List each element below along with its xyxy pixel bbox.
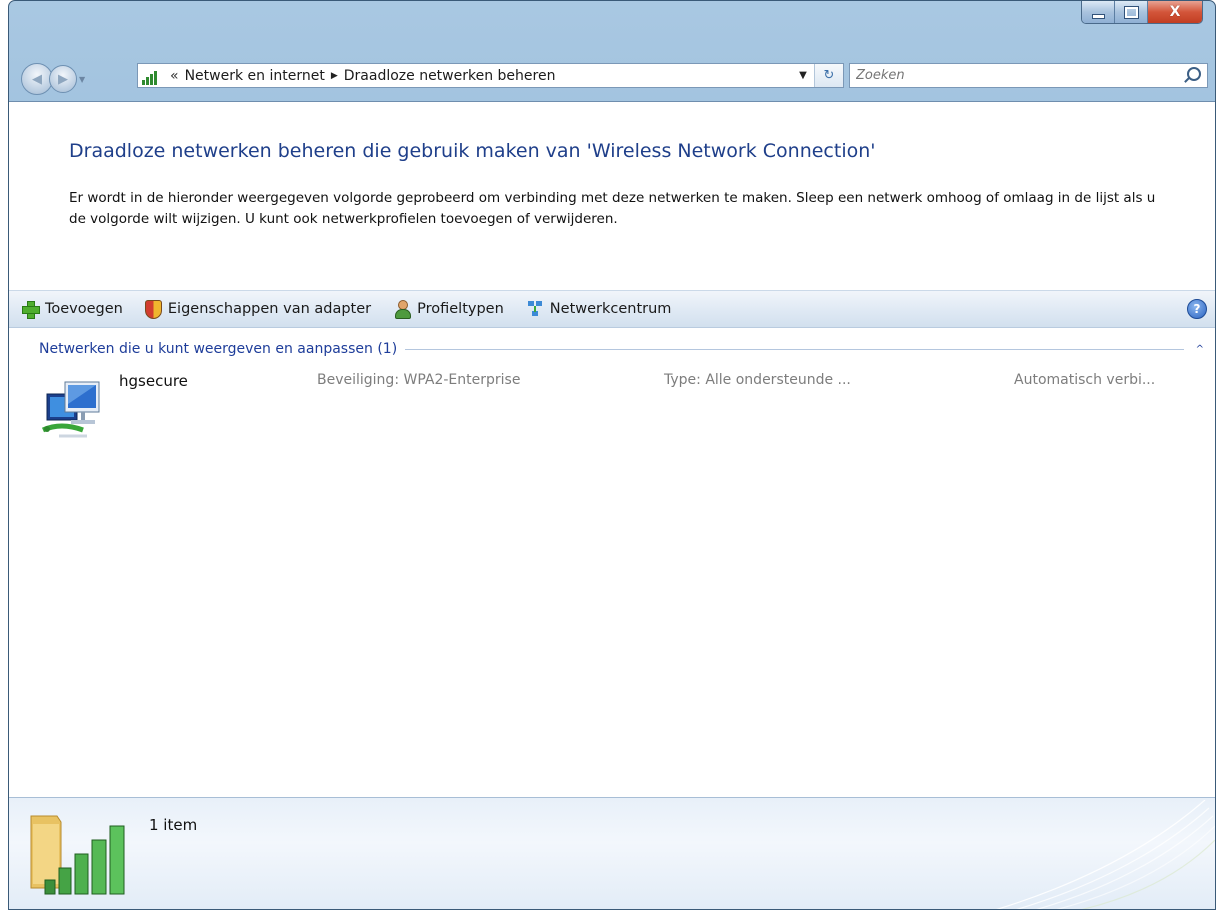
header-area: Draadloze netwerken beheren die gebruik …	[9, 102, 1215, 290]
search-icon[interactable]	[1187, 67, 1201, 81]
content-pane: Draadloze netwerken beheren die gebruik …	[9, 101, 1215, 797]
minimize-icon	[1091, 13, 1105, 19]
breadcrumb-network-internet[interactable]: Netwerk en internet	[185, 68, 325, 84]
minimize-button[interactable]	[1082, 1, 1115, 23]
shield-icon	[144, 299, 162, 319]
network-name: hgsecure	[119, 372, 188, 390]
maximize-button[interactable]	[1115, 1, 1148, 23]
forward-button[interactable]: ▶	[49, 65, 77, 93]
wireless-folder-icon	[30, 815, 125, 895]
recent-pages-dropdown[interactable]: ▼	[79, 74, 89, 84]
decorative-swoosh	[996, 800, 1215, 909]
profile-types-button[interactable]: Profieltypen	[393, 300, 504, 319]
collapse-chevron-icon[interactable]: ^	[1184, 344, 1204, 355]
close-icon: X	[1169, 4, 1181, 20]
network-connect-mode: Automatisch verbi...	[1014, 372, 1156, 388]
adapter-properties-button[interactable]: Eigenschappen van adapter	[144, 299, 372, 319]
network-group-header[interactable]: Netwerken die u kunt weergeven en aanpas…	[39, 340, 1204, 358]
search-box[interactable]	[849, 63, 1208, 88]
profile-types-label: Profieltypen	[417, 301, 504, 317]
help-icon: ?	[1193, 302, 1201, 316]
network-row[interactable]: hgsecure Beveiliging: WPA2-Enterprise Ty…	[39, 370, 1189, 444]
item-count: 1 item	[149, 816, 198, 834]
address-dropdown-button[interactable]: ▼	[793, 64, 813, 87]
address-bar[interactable]: « Netwerk en internet ▶ Draadloze netwer…	[137, 63, 844, 88]
network-group-label: Netwerken die u kunt weergeven en aanpas…	[39, 341, 398, 357]
forward-arrow-icon: ▶	[58, 71, 68, 87]
group-divider	[405, 348, 1184, 350]
network-location-icon	[142, 67, 164, 85]
refresh-button[interactable]: ↻	[814, 64, 843, 87]
refresh-icon: ↻	[823, 68, 835, 83]
title-bar[interactable]: X	[9, 1, 1215, 53]
address-overflow-chevron[interactable]: «	[170, 68, 179, 84]
maximize-icon	[1123, 5, 1139, 19]
page-title: Draadloze netwerken beheren die gebruik …	[69, 140, 876, 162]
details-pane: 1 item	[9, 797, 1215, 909]
command-toolbar: Toevoegen Eigenschappen van adapter Prof…	[9, 290, 1215, 328]
breadcrumb-manage-wireless[interactable]: Draadloze netwerken beheren	[344, 68, 556, 84]
person-icon	[393, 300, 412, 319]
page-description: Er wordt in de hieronder weergegeven vol…	[69, 190, 1156, 227]
network-center-button[interactable]: Netwerkcentrum	[526, 300, 672, 318]
search-input[interactable]	[850, 67, 1178, 84]
network-center-icon	[526, 300, 544, 318]
plus-icon	[21, 300, 40, 319]
wireless-computer-icon	[41, 381, 100, 438]
back-arrow-icon: ◀	[32, 71, 42, 87]
network-center-label: Netwerkcentrum	[549, 301, 672, 317]
adapter-properties-label: Eigenschappen van adapter	[167, 301, 372, 317]
caption-buttons: X	[1081, 1, 1203, 24]
network-security: Beveiliging: WPA2-Enterprise	[317, 372, 521, 388]
navigation-buttons: ◀ ▶ ▼	[21, 63, 89, 95]
add-button-label: Toevoegen	[45, 301, 123, 317]
explorer-window: X ◀ ▶ ▼ « Netwerk en internet ▶ Draadloz…	[8, 0, 1216, 910]
help-button[interactable]: ?	[1187, 299, 1207, 319]
network-type: Type: Alle ondersteunde ...	[664, 372, 851, 388]
close-button[interactable]: X	[1148, 1, 1202, 23]
breadcrumb-separator-icon[interactable]: ▶	[331, 71, 338, 81]
add-button[interactable]: Toevoegen	[21, 300, 123, 319]
